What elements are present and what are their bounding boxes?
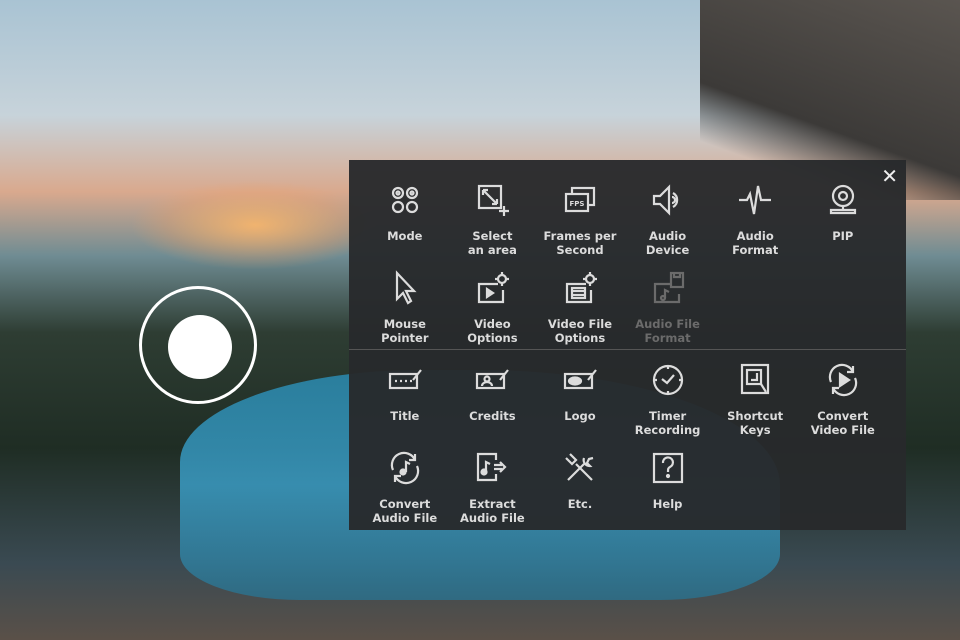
menu-item-shortcut-keys[interactable]: Shortcut Keys [711, 360, 799, 448]
tools-grid: Title Credits Logo Timer Recording Shortcut … [361, 360, 887, 536]
menu-item-label: Audio Format [732, 229, 779, 257]
menu-item-select-an-area[interactable]: Select an area [449, 180, 537, 268]
cursor-icon [387, 268, 423, 310]
menu-item-mouse-pointer[interactable]: Mouse Pointer [361, 268, 449, 356]
speaker-icon [650, 180, 686, 222]
menu-item-convert-audio-file[interactable]: Convert Audio File [361, 448, 449, 536]
menu-item-label: Title [390, 409, 420, 423]
menu-item-title[interactable]: Title [361, 360, 449, 448]
menu-item-label: Frames per Second [543, 229, 617, 257]
menu-item-etc[interactable]: Etc. [536, 448, 624, 536]
menu-item-label: Audio File Format [635, 317, 700, 345]
record-dot [168, 315, 232, 379]
menu-panel: ✕ Mode Select an area FPS Frames per Second… [349, 160, 906, 530]
menu-item-label: PIP [832, 229, 854, 243]
menu-item-label: Extract Audio File [460, 497, 525, 525]
menu-item-audio-format[interactable]: Audio Format [711, 180, 799, 268]
menu-item-label: Mode [387, 229, 423, 243]
video-file-settings-icon [562, 268, 598, 310]
menu-item-label: Timer Recording [634, 409, 701, 437]
menu-item-label: Convert Video File [810, 409, 875, 437]
title-icon [387, 360, 423, 402]
menu-item-label: Audio Device [645, 229, 690, 257]
credits-icon [474, 360, 510, 402]
select-area-icon [474, 180, 510, 222]
sunset-glow [130, 180, 380, 270]
menu-item-convert-video-file[interactable]: Convert Video File [799, 360, 887, 448]
video-settings-icon [474, 268, 510, 310]
help-icon [650, 448, 686, 490]
menu-item-video-file-options[interactable]: Video File Options [536, 268, 624, 356]
extract-audio-icon [474, 448, 510, 490]
convert-video-icon [825, 360, 861, 402]
menu-item-video-options[interactable]: Video Options [449, 268, 537, 356]
settings-grid: Mode Select an area FPS Frames per Second Au… [361, 180, 887, 356]
audio-file-icon [650, 268, 686, 310]
tools-icon [562, 448, 598, 490]
menu-item-timer-recording[interactable]: Timer Recording [624, 360, 712, 448]
menu-item-label: Logo [564, 409, 596, 423]
convert-audio-icon [387, 448, 423, 490]
menu-item-label: Convert Audio File [372, 497, 438, 525]
menu-item-label: Shortcut Keys [727, 409, 784, 437]
menu-item-logo[interactable]: Logo [536, 360, 624, 448]
menu-item-label: Help [652, 497, 683, 511]
keyboard-key-icon [737, 360, 773, 402]
menu-item-audio-file-format: Audio File Format [624, 268, 712, 356]
menu-item-credits[interactable]: Credits [449, 360, 537, 448]
menu-item-label: Etc. [567, 497, 593, 511]
menu-item-help[interactable]: Help [624, 448, 712, 536]
mode-icon [387, 180, 423, 222]
menu-item-label: Select an area [467, 229, 517, 257]
menu-item-label: Video File Options [547, 317, 613, 345]
menu-item-pip[interactable]: PIP [799, 180, 887, 268]
divider [349, 349, 906, 350]
menu-item-label: Video Options [467, 317, 518, 345]
menu-item-label: Mouse Pointer [381, 317, 429, 345]
svg-text:FPS: FPS [569, 200, 584, 208]
webcam-icon [825, 180, 861, 222]
record-button[interactable] [139, 286, 257, 404]
menu-item-frames-per-second[interactable]: FPS Frames per Second [536, 180, 624, 268]
menu-item-mode[interactable]: Mode [361, 180, 449, 268]
waveform-icon [737, 180, 773, 222]
fps-icon: FPS [562, 180, 598, 222]
menu-item-extract-audio-file[interactable]: Extract Audio File [449, 448, 537, 536]
menu-item-label: Credits [469, 409, 516, 423]
menu-item-audio-device[interactable]: Audio Device [624, 180, 712, 268]
logo-icon [562, 360, 598, 402]
clock-icon [650, 360, 686, 402]
